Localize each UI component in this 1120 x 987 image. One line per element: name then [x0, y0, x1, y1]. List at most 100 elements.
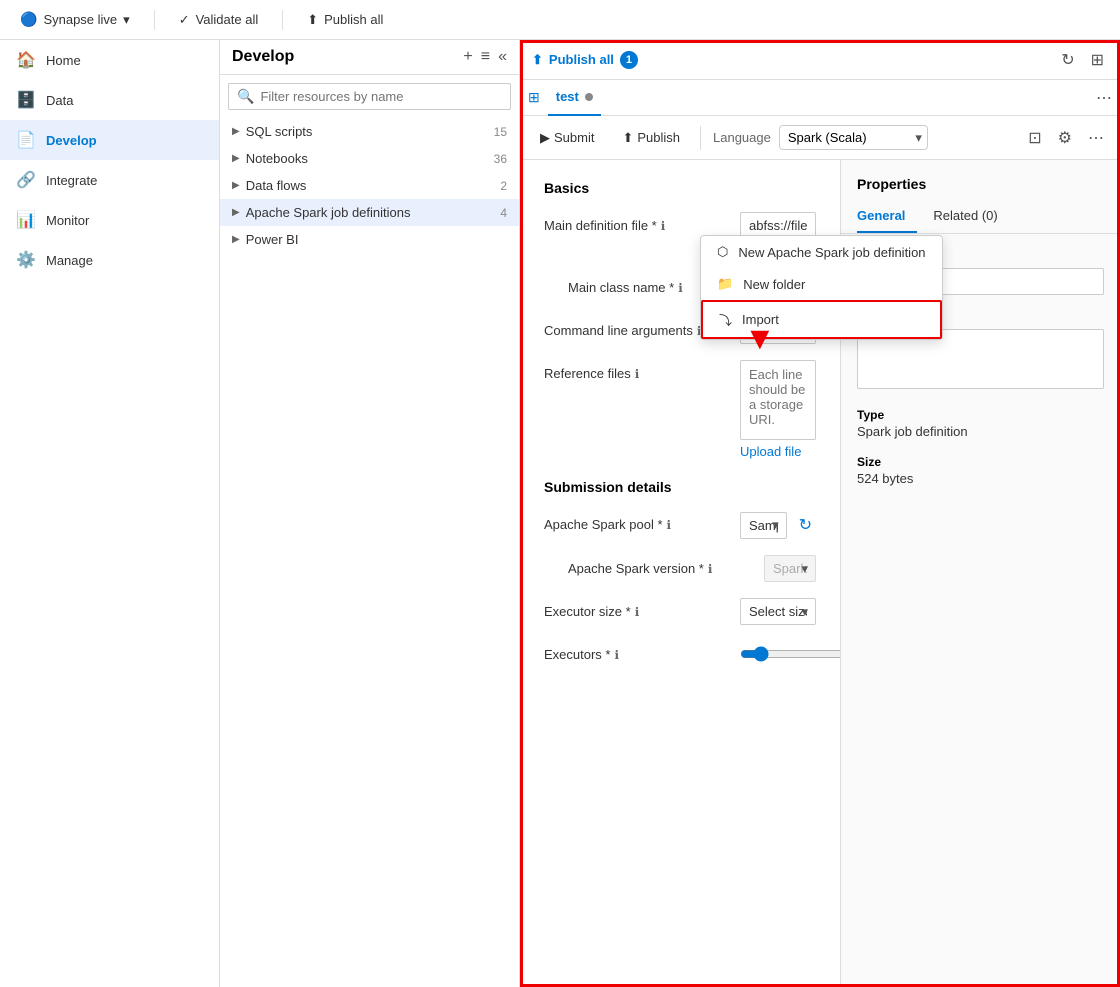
sidebar-item-integrate[interactable]: 🔗 Integrate	[0, 160, 219, 200]
submit-label: Submit	[554, 130, 594, 145]
spark-pool-info-icon[interactable]: ℹ	[667, 518, 672, 532]
tree-item-notebooks[interactable]: ▶ Notebooks 36	[220, 145, 519, 172]
executor-size-dropdown[interactable]: Select size Small Medium Large	[740, 598, 816, 625]
home-icon: 🏠	[16, 50, 36, 70]
publish-all-btn[interactable]: ⬆ Publish all 1	[532, 51, 638, 69]
sidebar-item-home[interactable]: 🏠 Home	[0, 40, 219, 80]
sidebar-item-data[interactable]: 🗄️ Data	[0, 80, 219, 120]
sidebar-label-integrate: Integrate	[46, 173, 97, 188]
integrate-icon: 🔗	[16, 170, 36, 190]
executor-size-info-icon[interactable]: ℹ	[635, 605, 640, 619]
top-bar: 🔵 Synapse live ▾ ✓ Validate all ⬆ Publis…	[0, 0, 1120, 40]
develop-icon: 📄	[16, 130, 36, 150]
props-tab-related-label: Related (0)	[933, 208, 997, 223]
submit-btn[interactable]: ▶ Submit	[532, 126, 602, 150]
panel-more-btn[interactable]: ⋯	[1096, 88, 1112, 108]
executors-info-icon[interactable]: ℹ	[614, 648, 619, 662]
publish-bar: ⬆ Publish all 1 ↻ ⊞	[520, 40, 1120, 80]
toolbar-right: ⊡ ⚙ ⋯	[1024, 124, 1108, 152]
sidebar-label-develop: Develop	[46, 133, 97, 148]
props-tab-related[interactable]: Related (0)	[933, 200, 1009, 233]
tree-label-spark: Apache Spark job definitions	[246, 205, 495, 220]
main-class-info-icon[interactable]: ℹ	[678, 281, 683, 295]
submission-title: Submission details	[544, 479, 816, 495]
sidebar-item-manage[interactable]: ⚙️ Manage	[0, 240, 219, 280]
new-folder-label: New folder	[743, 277, 805, 292]
executor-size-control: Select size Small Medium Large	[740, 598, 816, 625]
props-tab-general[interactable]: General	[857, 200, 917, 233]
separator-1	[154, 10, 155, 30]
search-icon: 🔍	[237, 88, 254, 105]
tree-chevron-spark: ▶	[232, 207, 240, 218]
executors-slider[interactable]	[740, 646, 840, 662]
sidebar-label-data: Data	[46, 93, 73, 108]
synapse-live-label: Synapse live	[43, 12, 117, 27]
left-sidebar: 🏠 Home 🗄️ Data 📄 Develop 🔗 Integrate 📊 M…	[0, 40, 220, 987]
publish-btn[interactable]: ⬆ Publish	[614, 126, 688, 150]
language-dropdown[interactable]: Spark (Scala) PySpark (Python) .NET Spar…	[779, 125, 928, 150]
main-def-info-icon[interactable]: ℹ	[661, 219, 666, 233]
tree-item-spark[interactable]: ▶ Apache Spark job definitions 4	[220, 199, 519, 226]
publish-all-topbar-btn[interactable]: ⬆ Publish all	[299, 8, 391, 32]
develop-collapse-btn[interactable]: «	[498, 48, 507, 66]
publish-topbar-icon: ⬆	[307, 12, 318, 28]
search-input[interactable]	[260, 89, 502, 104]
props-type-label: Type	[857, 408, 1104, 422]
tree-item-powerbi[interactable]: ▶ Power BI	[220, 226, 519, 253]
layout-btn[interactable]: ⊞	[1087, 46, 1108, 74]
spark-pool-control: SampleSpark ↻	[740, 511, 816, 539]
new-spark-label: New Apache Spark job definition	[738, 245, 925, 260]
tree-label-powerbi: Power BI	[246, 232, 501, 247]
toolbar-separator	[700, 126, 701, 150]
develop-add-btn[interactable]: +	[463, 48, 472, 66]
develop-expand-btn[interactable]: ≡	[481, 48, 490, 66]
context-menu-new-folder[interactable]: 📁 New folder	[701, 268, 942, 300]
upload-file-link-2[interactable]: Upload file	[740, 444, 816, 459]
develop-title: Develop	[232, 48, 455, 66]
search-box[interactable]: 🔍	[228, 83, 511, 110]
properties-icon-btn[interactable]: ⊡	[1024, 124, 1045, 152]
develop-header: Develop + ≡ «	[220, 40, 519, 75]
spark-version-control: Spark 2.4	[764, 555, 816, 582]
sidebar-item-develop[interactable]: 📄 Develop	[0, 120, 219, 160]
publish-label: Publish	[637, 130, 680, 145]
validate-all-btn[interactable]: ✓ Validate all	[171, 8, 267, 32]
settings-icon-btn[interactable]: ⚙	[1054, 124, 1076, 152]
panel-grid-icon: ⊞	[528, 89, 540, 106]
spark-pool-dropdown-wrapper: SampleSpark	[740, 512, 787, 539]
synapse-icon: 🔵	[20, 11, 37, 28]
context-menu-new-spark[interactable]: ⬡ New Apache Spark job definition	[701, 236, 942, 268]
spark-pool-dropdown[interactable]: SampleSpark	[740, 512, 787, 539]
sidebar-label-manage: Manage	[46, 253, 93, 268]
tree-chevron-notebooks: ▶	[232, 153, 240, 164]
publish-badge: 1	[620, 51, 638, 69]
refresh-btn[interactable]: ↻	[1057, 46, 1078, 74]
submit-icon: ▶	[540, 130, 550, 146]
synapse-live-btn[interactable]: 🔵 Synapse live ▾	[12, 7, 138, 32]
sidebar-item-monitor[interactable]: 📊 Monitor	[0, 200, 219, 240]
form-group-executor-size: Executor size * ℹ Select size Small Medi…	[544, 598, 816, 625]
toolbar: ▶ Submit ⬆ Publish Language Spark (Scala…	[520, 116, 1120, 160]
spark-version-info-icon[interactable]: ℹ	[708, 562, 713, 576]
develop-actions: + ≡ «	[463, 48, 507, 66]
more-icon-btn[interactable]: ⋯	[1084, 124, 1108, 152]
properties-title: Properties	[841, 160, 1120, 200]
language-label: Language	[713, 130, 771, 145]
spark-version-dropdown[interactable]: Spark 2.4	[764, 555, 816, 582]
tree-count-spark: 4	[500, 206, 507, 220]
panel-tab-test[interactable]: test	[548, 80, 601, 116]
form-group-ref-files: Reference files ℹ Upload file	[544, 360, 816, 459]
ref-files-textarea[interactable]	[740, 360, 816, 440]
cmd-args-label: Command line arguments ℹ	[544, 317, 724, 338]
ref-files-control: Upload file	[740, 360, 816, 459]
panel-header: ⊞ test ⋯	[520, 80, 1120, 116]
tree-item-sql[interactable]: ▶ SQL scripts 15	[220, 118, 519, 145]
props-size-field: Size 524 bytes	[857, 455, 1104, 486]
executors-control: 2	[740, 641, 840, 666]
tree-item-dataflows[interactable]: ▶ Data flows 2	[220, 172, 519, 199]
ref-files-info-icon[interactable]: ℹ	[635, 367, 640, 381]
spark-pool-refresh-btn[interactable]: ↻	[795, 511, 816, 539]
context-menu-import[interactable]: ⤵ Import	[701, 300, 942, 339]
sidebar-label-home: Home	[46, 53, 81, 68]
language-select: Language Spark (Scala) PySpark (Python) …	[713, 125, 928, 150]
